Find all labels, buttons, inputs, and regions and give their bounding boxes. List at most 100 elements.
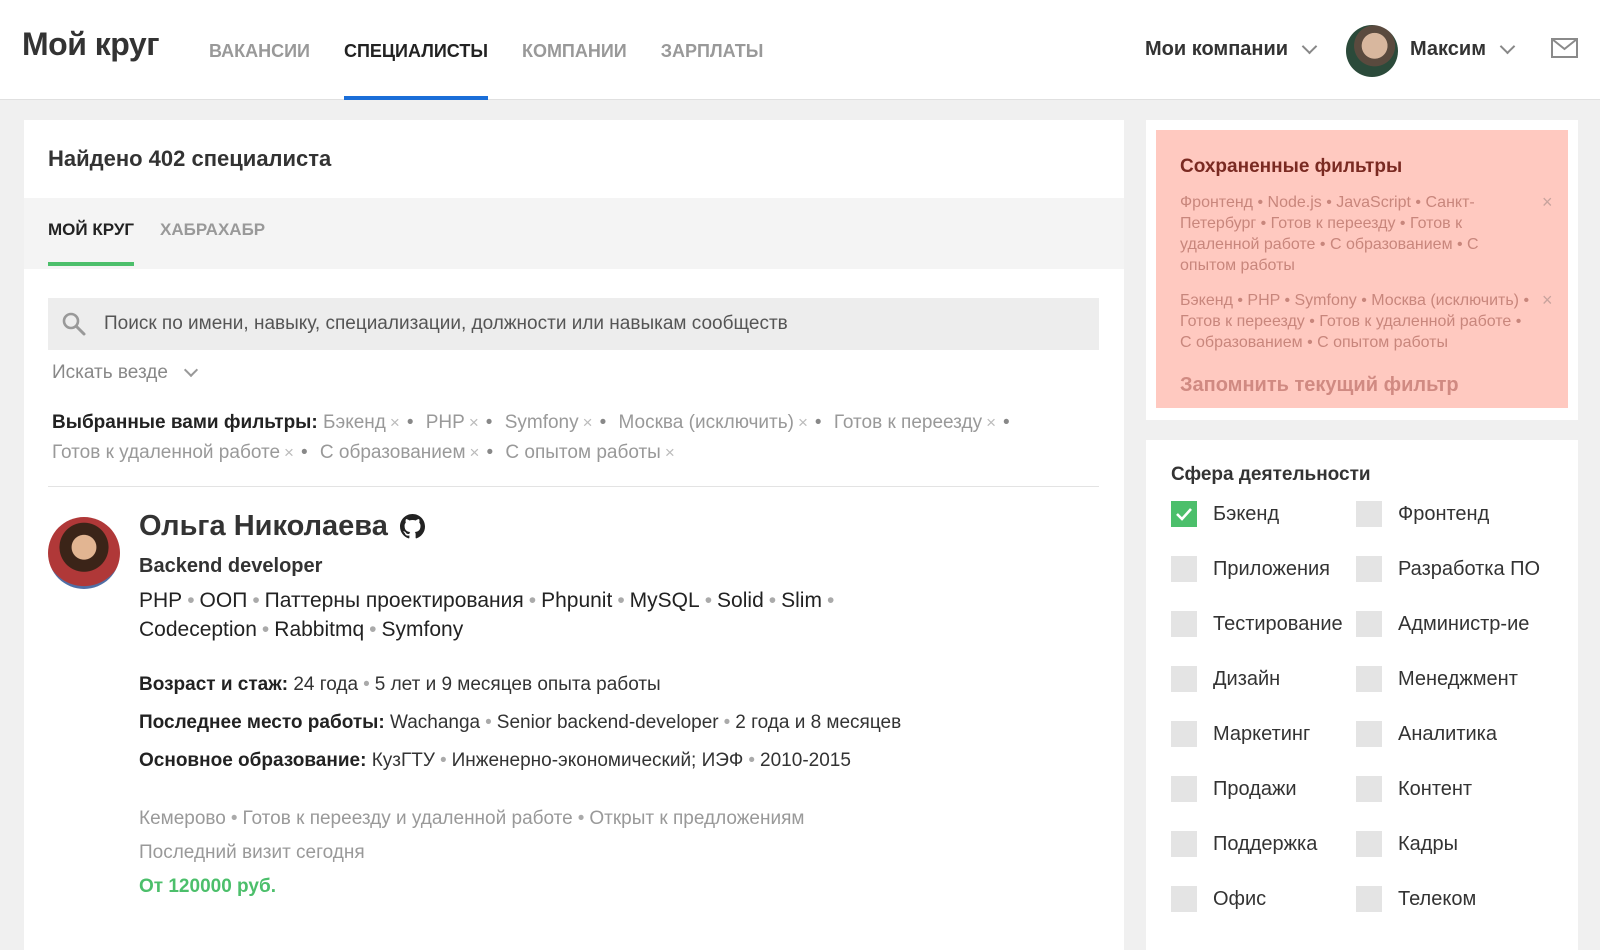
filter-tag-label: Бэкенд xyxy=(323,412,386,433)
skill-tag[interactable]: PHP xyxy=(139,589,182,612)
checkbox-analytics[interactable]: Аналитика xyxy=(1356,721,1497,747)
nav-salaries[interactable]: Зарплаты xyxy=(661,0,764,100)
main-nav: Вакансии Специалисты Компании Зарплаты xyxy=(209,0,797,100)
company-link[interactable]: Wachanga xyxy=(390,712,480,733)
candidate-avatar[interactable] xyxy=(48,517,120,589)
close-icon[interactable]: × xyxy=(1542,192,1553,213)
skill-tag[interactable]: MySQL xyxy=(630,589,700,612)
checkbox-software-dev[interactable]: Разработка ПО xyxy=(1356,556,1540,582)
checkbox[interactable] xyxy=(1356,666,1382,692)
filter-tag: Москва (исключить) × xyxy=(619,412,808,433)
filter-tag-label: С опытом работы xyxy=(505,442,661,463)
checkbox[interactable] xyxy=(1171,721,1197,747)
search-bar xyxy=(48,298,1099,350)
activity-sphere-title: Сфера деятельности xyxy=(1171,464,1371,485)
close-icon[interactable]: × xyxy=(284,443,294,462)
checkbox[interactable] xyxy=(1356,611,1382,637)
close-icon[interactable]: × xyxy=(583,413,593,432)
checkbox[interactable] xyxy=(1356,556,1382,582)
logo[interactable]: Мой круг xyxy=(22,26,160,63)
checkbox-marketing[interactable]: Маркетинг xyxy=(1171,721,1310,747)
filter-tag-label: Москва (исключить) xyxy=(618,412,794,433)
skill-tag[interactable]: Rabbitmq xyxy=(274,618,364,641)
checkbox[interactable] xyxy=(1171,831,1197,857)
skill-tag[interactable]: Solid xyxy=(717,589,764,612)
activity-sphere-panel: Сфера деятельности Бэкенд Фронтенд Прило… xyxy=(1146,440,1578,950)
selected-filters: Выбранные вами фильтры: Бэкенд × • PHP × • S… xyxy=(52,412,1010,463)
checkbox[interactable] xyxy=(1356,501,1382,527)
results-count: Найдено 402 специалиста xyxy=(48,146,332,171)
close-icon[interactable]: × xyxy=(798,413,808,432)
checkbox-frontend[interactable]: Фронтенд xyxy=(1356,501,1489,527)
checkbox[interactable] xyxy=(1171,501,1197,527)
github-icon[interactable] xyxy=(399,514,425,539)
checkbox[interactable] xyxy=(1171,556,1197,582)
skill-tag[interactable]: Phpunit xyxy=(541,589,612,612)
user-menu-dropdown[interactable]: Максим xyxy=(1410,38,1516,61)
close-icon[interactable]: × xyxy=(390,413,400,432)
checkbox[interactable] xyxy=(1356,831,1382,857)
search-scope-dropdown[interactable]: Искать везде xyxy=(52,362,198,384)
checkbox-apps[interactable]: Приложения xyxy=(1171,556,1330,582)
checkbox[interactable] xyxy=(1171,776,1197,802)
candidate-name[interactable]: Ольга Николаева xyxy=(139,510,388,543)
checkbox-office[interactable]: Офис xyxy=(1171,886,1266,912)
checkbox[interactable] xyxy=(1171,611,1197,637)
candidate-name-row: Ольга Николаева xyxy=(139,510,425,543)
tab-my-circle[interactable]: Мой круг xyxy=(48,220,135,266)
filter-tag: Готов к удаленной работе × xyxy=(52,442,294,463)
checkbox[interactable] xyxy=(1356,776,1382,802)
candidate-role: Backend developer xyxy=(139,555,323,577)
skill-tag[interactable]: Slim xyxy=(781,589,822,612)
saved-filter-item[interactable]: Фронтенд • Node.js • JavaScript • Санкт-… xyxy=(1180,192,1535,276)
user-avatar[interactable] xyxy=(1346,25,1398,77)
close-icon[interactable]: × xyxy=(470,443,480,462)
skill-tag[interactable]: Паттерны проектирования xyxy=(265,589,524,612)
skill-tag[interactable]: Symfony xyxy=(382,618,464,641)
filter-tag-label: PHP xyxy=(425,412,465,433)
tab-habrahabr[interactable]: Хабрахабр xyxy=(160,220,265,262)
checkbox[interactable] xyxy=(1171,666,1197,692)
saved-filters-box: Сохраненные фильтры Фронтенд • Node.js •… xyxy=(1156,130,1568,408)
last-visit: Последний визит сегодня xyxy=(139,842,365,863)
checkbox-backend[interactable]: Бэкенд xyxy=(1171,501,1279,527)
checkbox-support[interactable]: Поддержка xyxy=(1171,831,1317,857)
filter-tag-label: Готов к переезду xyxy=(833,412,983,433)
checkbox-telecom[interactable]: Телеком xyxy=(1356,886,1476,912)
chevron-down-icon xyxy=(1301,38,1318,55)
checkbox[interactable] xyxy=(1356,886,1382,912)
mail-icon[interactable] xyxy=(1551,38,1578,58)
divider xyxy=(48,486,1099,487)
close-icon[interactable]: × xyxy=(1542,290,1553,311)
checkbox[interactable] xyxy=(1171,886,1197,912)
nav-specialists[interactable]: Специалисты xyxy=(343,0,488,100)
checkbox-content[interactable]: Контент xyxy=(1356,776,1472,802)
nav-vacancies[interactable]: Вакансии xyxy=(209,0,310,100)
education: Основное образование: КузГТУ • Инженерно-э… xyxy=(139,750,851,771)
checkbox-sales[interactable]: Продажи xyxy=(1171,776,1297,802)
results-panel: Найдено 402 специалиста Мой круг Хабраха… xyxy=(24,120,1124,950)
close-icon[interactable]: × xyxy=(665,443,675,462)
my-companies-dropdown[interactable]: Мои компании xyxy=(1145,38,1318,61)
top-bar: Мой круг Вакансии Специалисты Компании З… xyxy=(0,0,1600,100)
search-input[interactable] xyxy=(104,313,1064,335)
saved-filter-item[interactable]: Бэкенд • PHP • Symfony • Москва (исключи… xyxy=(1180,290,1535,353)
checkbox-management[interactable]: Менеджмент xyxy=(1356,666,1518,692)
save-current-filter-button[interactable]: Запомнить текущий фильтр xyxy=(1180,374,1459,397)
checkbox-design[interactable]: Дизайн xyxy=(1171,666,1280,692)
checkmark-icon xyxy=(1176,508,1192,521)
checkbox-admin[interactable]: Администр-ие xyxy=(1356,611,1529,637)
close-icon[interactable]: × xyxy=(986,413,996,432)
skill-tag[interactable]: ООП xyxy=(200,589,248,612)
skill-tag[interactable]: Codeception xyxy=(139,618,257,641)
filter-tag-label: Symfony xyxy=(504,412,579,433)
filter-tag: PHP × xyxy=(426,412,479,433)
last-job: Последнее место работы: Wachanga • Senior … xyxy=(139,712,902,733)
close-icon[interactable]: × xyxy=(469,413,479,432)
checkbox[interactable] xyxy=(1356,721,1382,747)
filter-tag: Бэкенд × xyxy=(323,412,400,433)
checkbox-hr[interactable]: Кадры xyxy=(1356,831,1458,857)
checkbox-testing[interactable]: Тестирование xyxy=(1171,611,1343,637)
nav-companies[interactable]: Компании xyxy=(522,0,627,100)
filter-tag-label: Готов к удаленной работе xyxy=(52,442,281,463)
